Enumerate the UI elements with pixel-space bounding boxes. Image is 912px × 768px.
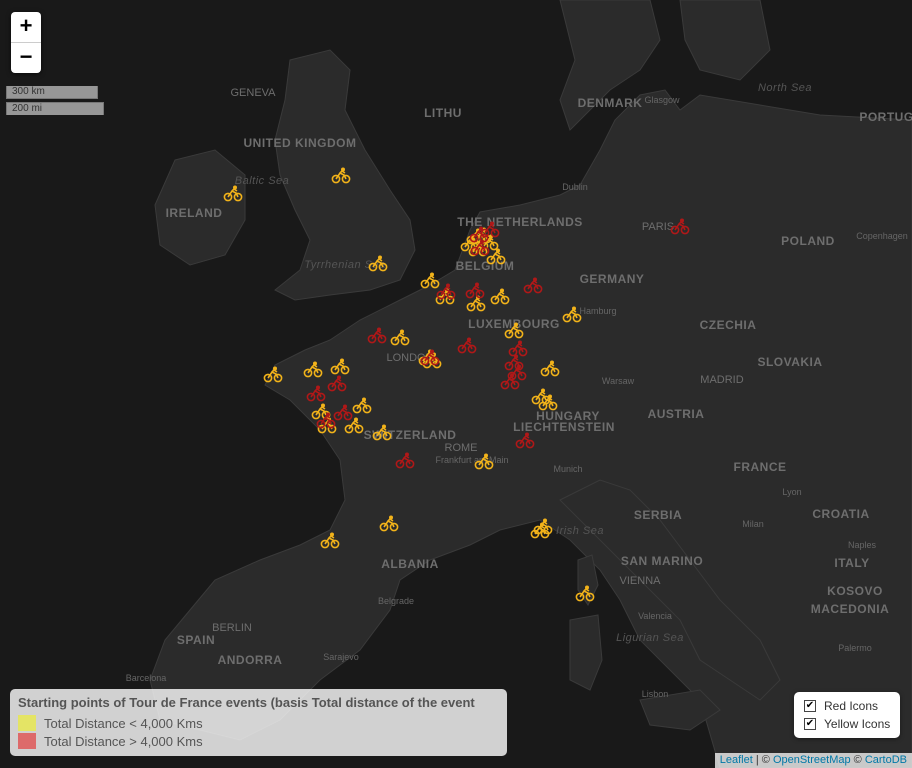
legend-label-yellow: Total Distance < 4,000 Kms (44, 715, 203, 731)
osm-link[interactable]: OpenStreetMap (773, 754, 851, 766)
layer-toggle-yellow[interactable]: ✔ Yellow Icons (800, 715, 894, 733)
scale-bar-km: 300 km (6, 86, 98, 99)
yellow-layer-label: Yellow Icons (824, 717, 891, 731)
legend-title: Starting points of Tour de France events… (18, 695, 475, 710)
map-label: MACEDONIA (811, 602, 890, 616)
map-label: Munich (553, 464, 582, 474)
zoom-out-button[interactable]: − (11, 42, 41, 73)
map-label: FRANCE (734, 460, 787, 474)
map-label: Palermo (838, 643, 872, 653)
map-label: Ligurian Sea (616, 632, 684, 644)
map-label: SERBIA (634, 508, 682, 522)
map-label: Sarajevo (323, 652, 359, 662)
zoom-control: + − (11, 12, 41, 73)
red-swatch (18, 733, 36, 749)
legend-item-red: Total Distance > 4,000 Kms (18, 732, 503, 750)
legend: Starting points of Tour de France events… (10, 689, 507, 756)
map-label: ROME (445, 442, 478, 454)
map-label: LIECHTENSTEIN (513, 420, 615, 434)
map-label: Naples (848, 540, 877, 550)
map-label: Glasgow (644, 95, 680, 105)
attribution-sep-1: | © (752, 754, 773, 766)
map-label: UNITED KINGDOM (244, 136, 357, 150)
map-label: Valencia (638, 611, 672, 621)
scale-bar-mi: 200 mi (6, 102, 104, 115)
zoom-in-button[interactable]: + (11, 12, 41, 42)
map-label: CZECHIA (700, 318, 757, 332)
legend-label-red: Total Distance > 4,000 Kms (44, 733, 203, 749)
map-label: Belgrade (378, 596, 414, 606)
map-label: Milan (742, 519, 764, 529)
red-checkbox[interactable]: ✔ (804, 700, 816, 712)
map-label: Irish Sea (556, 525, 604, 537)
map-label: PARIS (642, 221, 674, 233)
red-layer-label: Red Icons (824, 699, 879, 713)
cartodb-link[interactable]: CartoDB (865, 754, 907, 766)
map-label: Hamburg (579, 306, 616, 316)
legend-item-yellow: Total Distance < 4,000 Kms (18, 714, 503, 732)
map-label: BELGIUM (456, 259, 515, 273)
map-label: Baltic Sea (235, 175, 290, 187)
leaflet-link[interactable]: Leaflet (720, 754, 753, 766)
yellow-swatch (18, 715, 36, 731)
attribution-sep-2: © (850, 754, 865, 766)
map-label: Warsaw (602, 376, 635, 386)
map-label: ITALY (834, 556, 869, 570)
map-label: SLOVAKIA (757, 355, 822, 369)
map-label: SPAIN (177, 633, 215, 647)
map-label: Lisbon (642, 689, 669, 699)
layer-toggle-red[interactable]: ✔ Red Icons (800, 697, 894, 715)
map-label: Barcelona (126, 673, 167, 683)
yellow-checkbox[interactable]: ✔ (804, 718, 816, 730)
layer-control: ✔ Red Icons ✔ Yellow Icons (794, 692, 900, 738)
map-label: DENMARK (578, 96, 643, 110)
map-label: LITHU (424, 106, 462, 120)
map-label: North Sea (758, 82, 812, 94)
map-label: GENEVA (230, 87, 276, 99)
map-label: MADRID (700, 374, 743, 386)
map-label: ALBANIA (381, 557, 439, 571)
map-label: POLAND (781, 234, 835, 248)
map-label: Lyon (782, 487, 801, 497)
map-label: ANDORRA (218, 653, 283, 667)
map-label: Frankfurt am Main (435, 455, 508, 465)
map-label: GERMANY (580, 272, 645, 286)
map-label: CROATIA (812, 507, 869, 521)
map-label: Copenhagen (856, 231, 908, 241)
attribution: Leaflet | © OpenStreetMap © CartoDB (714, 753, 912, 768)
map-label: VIENNA (620, 575, 662, 587)
map-label: SAN MARINO (621, 554, 703, 568)
map-label: BERLIN (212, 622, 252, 634)
map-label: Dublin (562, 182, 588, 192)
map-label: PORTUGAL (859, 110, 912, 124)
basemap[interactable]: UNITED KINGDOM IRELAND DENMARK THE NETHERLA… (0, 0, 912, 768)
map-label: THE NETHERLANDS (457, 215, 583, 229)
map-label: IRELAND (166, 206, 223, 220)
map-label: AUSTRIA (648, 407, 705, 421)
map-label: KOSOVO (827, 584, 883, 598)
